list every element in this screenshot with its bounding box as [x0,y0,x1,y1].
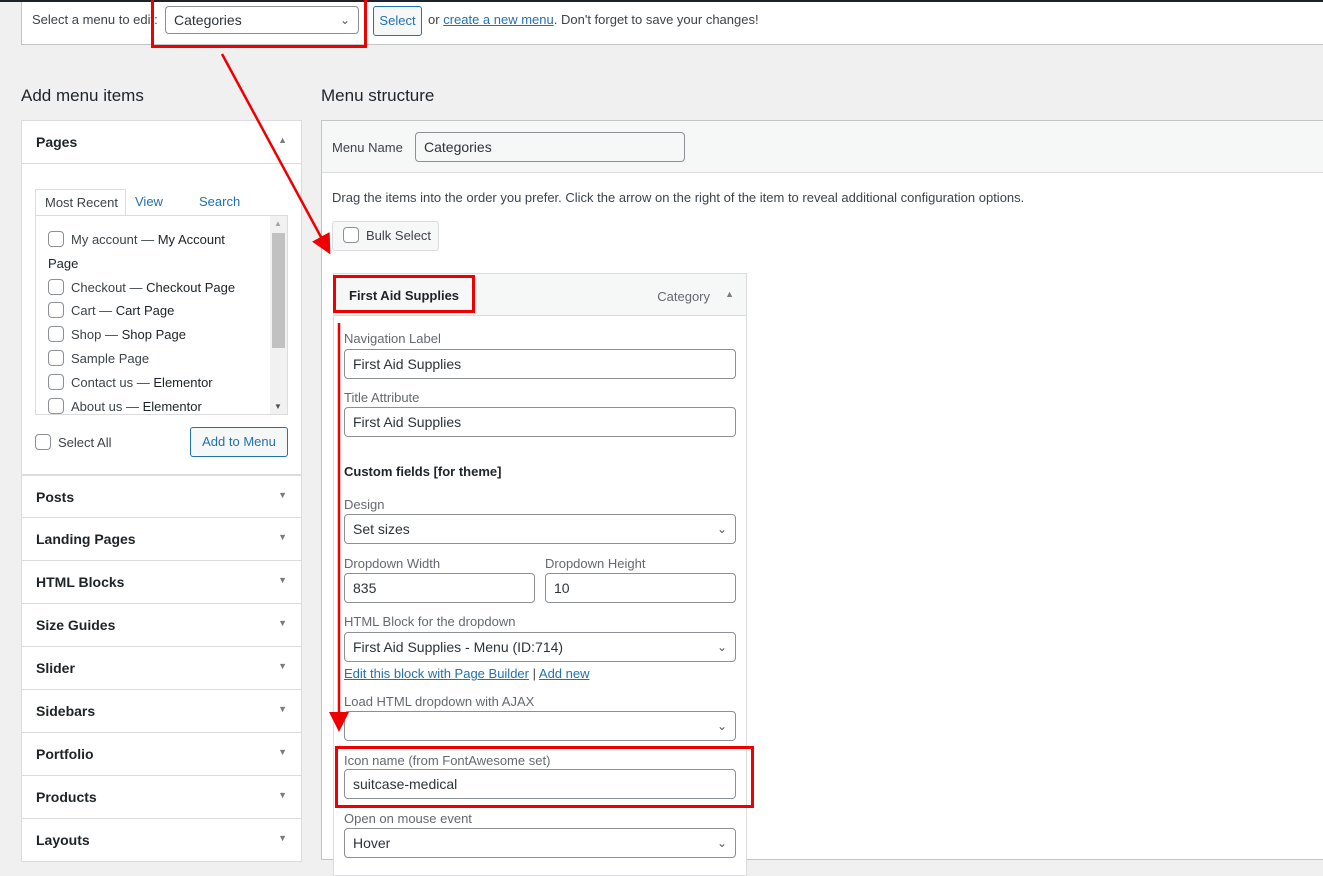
list-scrollbar[interactable]: ▲ ▼ [270,216,287,414]
title-attribute-input[interactable]: First Aid Supplies [344,407,736,437]
expand-arrow-icon[interactable]: ▼ [278,575,287,585]
edit-block-link[interactable]: Edit this block with Page Builder [344,666,529,681]
accordion-section-title: HTML Blocks [36,574,125,590]
accordion-section-title: Landing Pages [36,531,136,547]
html-block-select[interactable]: First Aid Supplies - Menu (ID:714) ⌄ [344,632,736,662]
list-item[interactable]: Checkout — Checkout Page [48,276,273,300]
expand-arrow-icon[interactable]: ▼ [278,833,287,843]
dropdown-height-input[interactable]: 10 [545,573,736,603]
accordion-section-title: Slider [36,660,75,676]
checkbox[interactable] [48,231,64,247]
accordion-sections: Posts ▼ Landing Pages ▼ HTML Blocks ▼ Size Gui… [21,475,302,862]
accordion-section-html-blocks[interactable]: HTML Blocks ▼ [21,561,302,604]
design-select[interactable]: Set sizes ⌄ [344,514,736,544]
drag-instructions: Drag the items into the order you prefer… [332,190,1025,205]
navigation-label-label: Navigation Label [344,331,441,346]
pages-section-header[interactable]: Pages ▲ [22,121,301,164]
bulk-select-button[interactable]: Bulk Select [332,221,439,251]
list-item[interactable]: Shop — Shop Page [48,323,273,347]
dropdown-width-label: Dropdown Width [344,556,441,571]
title-attribute-label: Title Attribute [344,390,420,405]
list-item[interactable]: Sample Page [48,347,273,371]
create-new-menu-link[interactable]: create a new menu [443,12,554,27]
expand-arrow-icon[interactable]: ▼ [278,661,287,671]
menu-name-input[interactable]: Categories [415,132,685,162]
manage-hint: or create a new menu. Don't forget to sa… [428,12,759,27]
accordion-section-title: Layouts [36,832,90,848]
dropdown-width-input[interactable]: 835 [344,573,535,603]
checkbox[interactable] [48,326,64,343]
expand-arrow-icon[interactable]: ▼ [278,704,287,714]
pages-section-title: Pages [36,134,78,150]
expand-arrow-icon[interactable]: ▼ [278,532,287,542]
accordion-section-posts[interactable]: Posts ▼ [21,475,302,518]
add-new-block-link[interactable]: Add new [539,666,590,681]
pages-list: My account — My Account Page Checkout — … [35,215,288,415]
accordion-section-slider[interactable]: Slider ▼ [21,647,302,690]
checkbox[interactable] [48,302,64,319]
navigation-label-input[interactable]: First Aid Supplies [344,349,736,379]
accordion-section-title: Products [36,789,97,805]
checkbox[interactable] [48,397,64,414]
expand-arrow-icon[interactable]: ▼ [278,618,287,628]
checkbox[interactable] [343,227,359,243]
select-menu-label: Select a menu to edit: [32,12,158,27]
scroll-down-icon[interactable]: ▼ [274,402,282,411]
mouse-event-select[interactable]: Hover ⌄ [344,828,736,858]
checkbox[interactable] [48,373,64,390]
add-to-menu-button[interactable]: Add to Menu [190,427,288,457]
select-menu-button[interactable]: Select [373,6,422,36]
ajax-select[interactable]: ⌄ [344,711,736,741]
chevron-down-icon: ⌄ [716,640,727,654]
menu-structure-title: Menu structure [321,86,435,105]
menu-item-type: Category [657,289,710,304]
add-menu-items-title: Add menu items [21,86,144,105]
ajax-label: Load HTML dropdown with AJAX [344,694,535,709]
chevron-down-icon: ⌄ [716,719,727,733]
accordion-section-title: Sidebars [36,703,96,719]
dropdown-height-label: Dropdown Height [545,556,646,571]
annotation-highlight-menu-select [151,0,367,48]
menu-name-label: Menu Name [332,140,403,155]
accordion-section-landing-pages[interactable]: Landing Pages ▼ [21,518,302,561]
custom-fields-title: Custom fields [for theme] [344,464,502,479]
pages-section: Pages ▲ Most Recent View All Search My a… [21,120,302,475]
tab-most-recent[interactable]: Most Recent [35,189,126,216]
checkbox[interactable] [48,278,64,295]
collapse-arrow-icon[interactable]: ▲ [725,289,734,299]
html-block-label: HTML Block for the dropdown [344,614,516,629]
accordion-section-title: Posts [36,489,75,505]
expand-arrow-icon[interactable]: ▼ [278,490,287,500]
annotation-highlight-icon-name [335,746,754,808]
collapse-arrow-icon[interactable]: ▲ [278,135,287,145]
accordion-section-size-guides[interactable]: Size Guides ▼ [21,604,302,647]
list-item[interactable]: About us — Elementor [48,395,273,414]
chevron-down-icon: ⌄ [716,836,727,850]
accordion-section-products[interactable]: Products ▼ [21,776,302,819]
annotation-highlight-item-title [333,275,475,313]
design-label: Design [344,497,385,512]
html-block-links: Edit this block with Page Builder | Add … [344,666,590,681]
accordion-section-sidebars[interactable]: Sidebars ▼ [21,690,302,733]
expand-arrow-icon[interactable]: ▼ [278,790,287,800]
menu-name-row: Menu Name Categories [322,121,1323,173]
expand-arrow-icon[interactable]: ▼ [278,747,287,757]
scroll-up-icon[interactable]: ▲ [274,219,282,228]
accordion-section-layouts[interactable]: Layouts ▼ [21,819,302,862]
checkbox[interactable] [35,434,51,450]
scroll-thumb[interactable] [272,233,285,348]
chevron-down-icon: ⌄ [716,522,727,536]
checkbox[interactable] [48,349,64,366]
list-item[interactable]: My account — My Account Page [48,228,238,276]
add-menu-items-panel: Pages ▲ Most Recent View All Search My a… [21,120,302,862]
tab-search[interactable]: Search [199,189,240,216]
accordion-section-portfolio[interactable]: Portfolio ▼ [21,733,302,776]
select-all-checkbox[interactable]: Select All [35,434,111,450]
list-item[interactable]: Cart — Cart Page [48,299,273,323]
mouse-event-label: Open on mouse event [344,811,472,826]
tab-view-all[interactable]: View All [135,189,163,234]
list-item[interactable]: Contact us — Elementor [48,371,273,395]
accordion-section-title: Portfolio [36,746,94,762]
accordion-section-title: Size Guides [36,617,116,633]
